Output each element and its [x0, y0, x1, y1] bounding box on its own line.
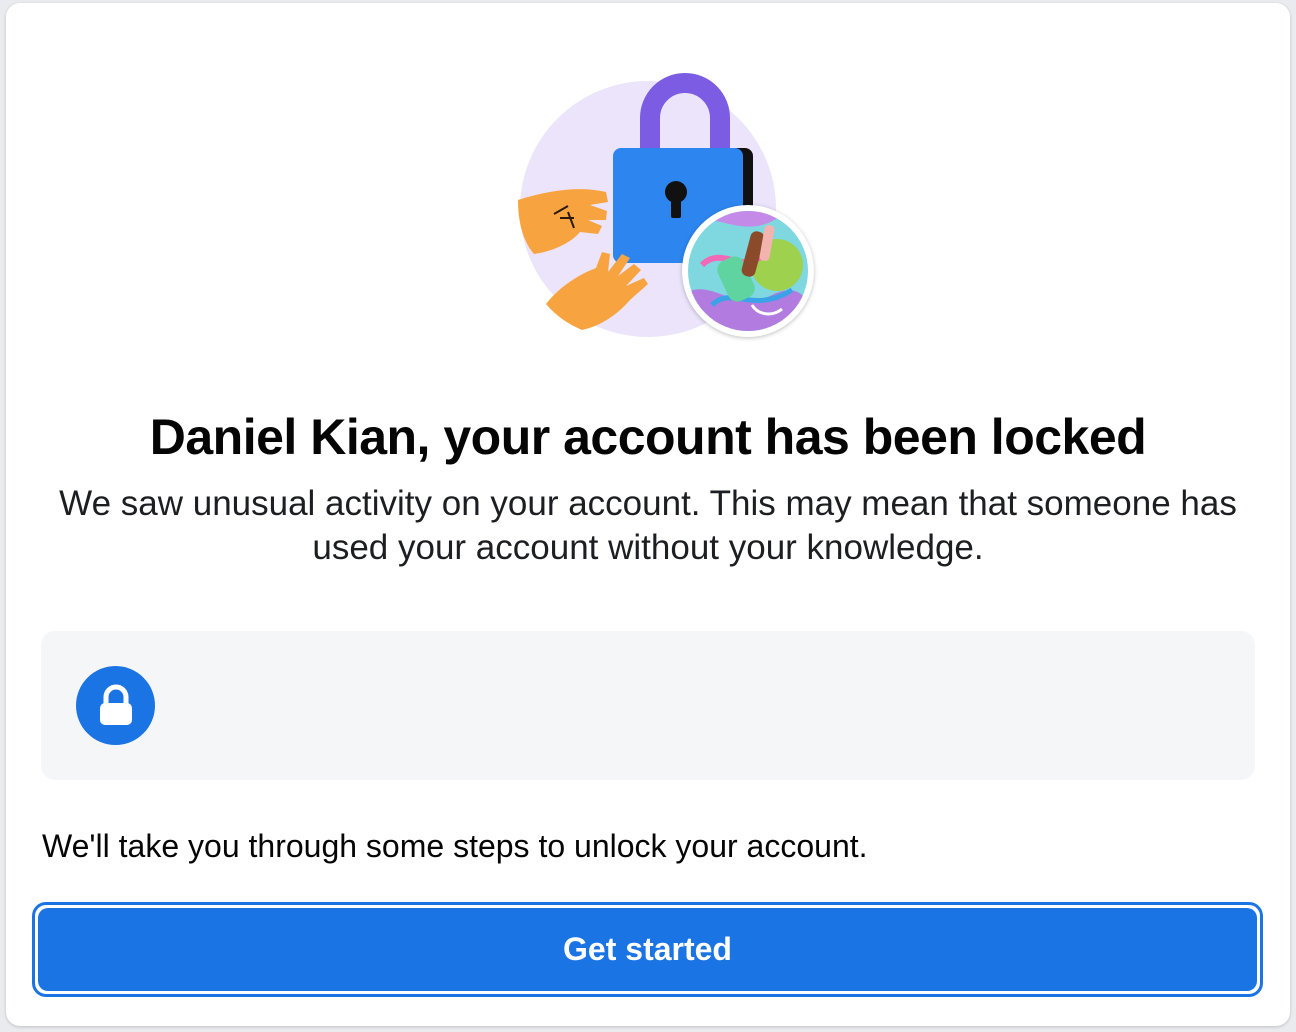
lock-icon	[76, 666, 155, 745]
page-subtitle: We saw unusual activity on your account.…	[59, 484, 1237, 567]
info-box	[41, 631, 1255, 780]
steps-description: We'll take you through some steps to unl…	[42, 828, 868, 864]
profile-avatar[interactable]	[682, 205, 814, 337]
page-title: Daniel Kian, your account has been locke…	[149, 409, 1147, 465]
get-started-button[interactable]: Get started	[38, 908, 1257, 991]
avatar-image	[688, 211, 808, 331]
